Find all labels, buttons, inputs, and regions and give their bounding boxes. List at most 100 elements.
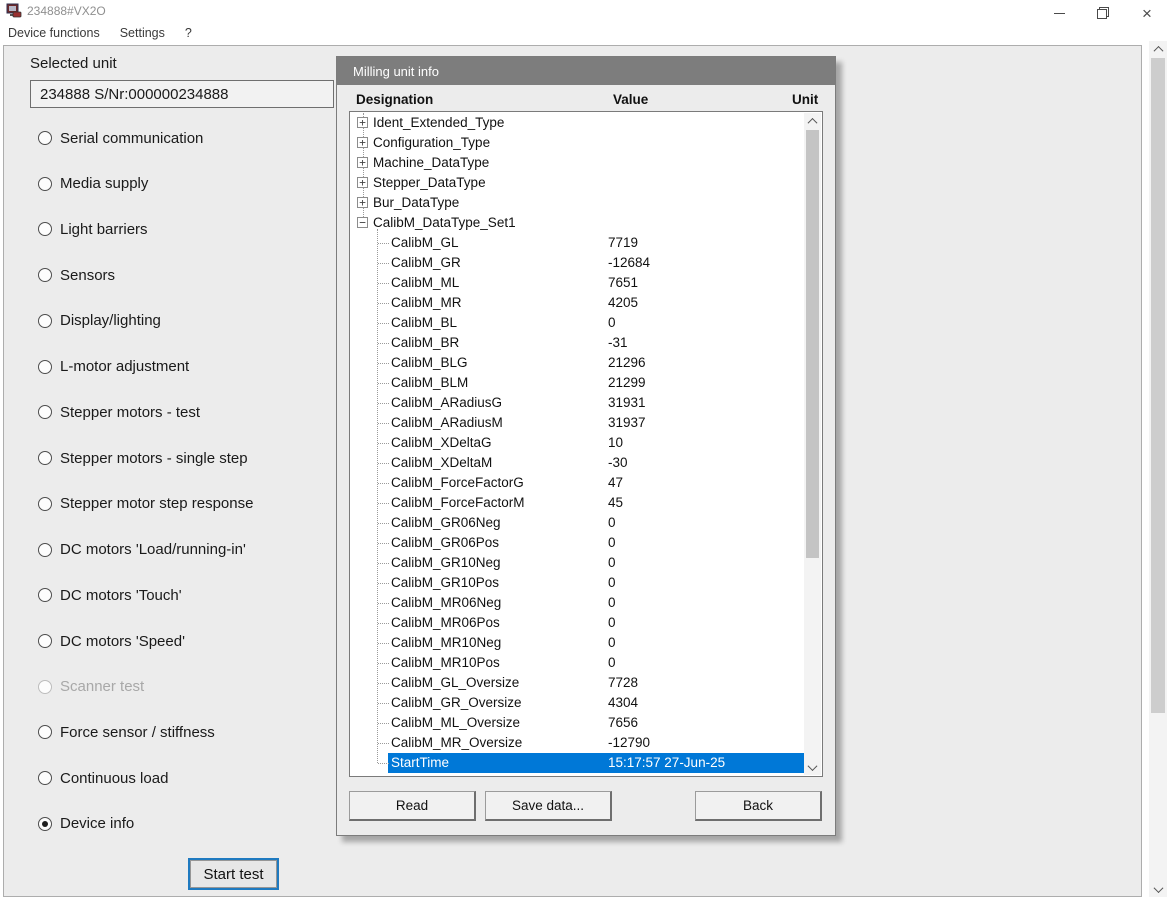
radio-force-sensor-stiffness[interactable]: Force sensor / stiffness (38, 723, 215, 741)
tree-row-label: CalibM_BR (391, 335, 459, 350)
tree-branch-line (378, 423, 389, 424)
radio-l-motor-adjustment[interactable]: L-motor adjustment (38, 358, 189, 376)
tree-row-calibm-mr06pos[interactable]: CalibM_MR06Pos0 (350, 613, 805, 633)
window-title: 234888#VX2O (27, 4, 106, 18)
tree-row-label: CalibM_MR_Oversize (391, 735, 522, 750)
radio-sensors[interactable]: Sensors (38, 266, 115, 284)
tree-row-calibm-aradiusm[interactable]: CalibM_ARadiusM31937 (350, 413, 805, 433)
back-button[interactable]: Back (695, 791, 822, 821)
tree-row-configuration-type[interactable]: +Configuration_Type (350, 133, 805, 153)
tree-branch-line (378, 483, 389, 484)
tree-row-label: CalibM_BL (391, 315, 457, 330)
tree-scroll-up-button[interactable] (804, 113, 821, 129)
tree-row-calibm-gr06pos[interactable]: CalibM_GR06Pos0 (350, 533, 805, 553)
radio-serial-communication[interactable]: Serial communication (38, 129, 203, 147)
tree-row-stepper-datatype[interactable]: +Stepper_DataType (350, 173, 805, 193)
main-vertical-scrollbar[interactable] (1149, 41, 1167, 897)
radio-scanner-test: Scanner test (38, 678, 144, 696)
tree-row-machine-datatype[interactable]: +Machine_DataType (350, 153, 805, 173)
tree-row-value: 7728 (608, 675, 638, 690)
tree-row-ident-extended-type[interactable]: +Ident_Extended_Type (350, 113, 805, 133)
tree-row-calibm-gl-oversize[interactable]: CalibM_GL_Oversize7728 (350, 673, 805, 693)
dialog-body: Designation Value Unit +Ident_Extended_T… (337, 85, 835, 835)
tree-row-calibm-xdeltag[interactable]: CalibM_XDeltaG10 (350, 433, 805, 453)
tree-branch-line (378, 723, 389, 724)
window-titlebar: 234888#VX2O × (0, 0, 1171, 22)
expand-icon[interactable]: + (357, 197, 368, 208)
dialog-titlebar[interactable]: Milling unit info (337, 57, 835, 85)
chevron-down-icon (1153, 883, 1163, 893)
radio-dc-motors-speed[interactable]: DC motors 'Speed' (38, 632, 185, 650)
save-data-button[interactable]: Save data... (485, 791, 612, 821)
radio-display-lighting[interactable]: Display/lighting (38, 312, 161, 330)
radio-continuous-load[interactable]: Continuous load (38, 769, 168, 787)
tree-row-calibm-mr06neg[interactable]: CalibM_MR06Neg0 (350, 593, 805, 613)
tree-row-calibm-mr-oversize[interactable]: CalibM_MR_Oversize-12790 (350, 733, 805, 753)
tree-row-calibm-bl[interactable]: CalibM_BL0 (350, 313, 805, 333)
tree-row-calibm-br[interactable]: CalibM_BR-31 (350, 333, 805, 353)
read-button[interactable]: Read (349, 791, 476, 821)
tree-row-calibm-blg[interactable]: CalibM_BLG21296 (350, 353, 805, 373)
tree-branch-line (378, 663, 389, 664)
dialog-title: Milling unit info (337, 64, 439, 79)
tree-row-starttime[interactable]: StartTime15:17:57 27-Jun-25 (350, 753, 805, 773)
radio-light-barriers[interactable]: Light barriers (38, 220, 148, 238)
tree-row-calibm-gr10pos[interactable]: CalibM_GR10Pos0 (350, 573, 805, 593)
main-scrollbar-thumb[interactable] (1151, 58, 1165, 713)
tree-row-value: 7656 (608, 715, 638, 730)
radio-media-supply[interactable]: Media supply (38, 175, 148, 193)
tree-row-bur-datatype[interactable]: +Bur_DataType (350, 193, 805, 213)
tree-row-calibm-forcefactorm[interactable]: CalibM_ForceFactorM45 (350, 493, 805, 513)
tree-row-calibm-gr-oversize[interactable]: CalibM_GR_Oversize4304 (350, 693, 805, 713)
tree-row-value: 0 (608, 515, 616, 530)
tree-row-calibm-ml-oversize[interactable]: CalibM_ML_Oversize7656 (350, 713, 805, 733)
tree-row-calibm-gr[interactable]: CalibM_GR-12684 (350, 253, 805, 273)
tree-branch-line (378, 563, 389, 564)
menu-item-device-functions[interactable]: Device functions (0, 24, 110, 42)
tree-row-calibm-mr[interactable]: CalibM_MR4205 (350, 293, 805, 313)
tree-row-calibm-gr10neg[interactable]: CalibM_GR10Neg0 (350, 553, 805, 573)
menu-item-[interactable]: ? (175, 24, 202, 42)
tree-row-value: 47 (608, 475, 623, 490)
tree-row-calibm-ml[interactable]: CalibM_ML7651 (350, 273, 805, 293)
selected-unit-field[interactable] (30, 80, 334, 108)
collapse-icon[interactable]: − (357, 217, 368, 228)
tree-vertical-scrollbar[interactable] (804, 113, 821, 775)
tree-row-calibm-gl[interactable]: CalibM_GL7719 (350, 233, 805, 253)
expand-icon[interactable]: + (357, 117, 368, 128)
tree-row-calibm-gr06neg[interactable]: CalibM_GR06Neg0 (350, 513, 805, 533)
radio-circle-icon (38, 314, 52, 328)
column-header-value: Value (613, 92, 648, 107)
expand-icon[interactable]: + (357, 177, 368, 188)
tree-row-calibm-mr10neg[interactable]: CalibM_MR10Neg0 (350, 633, 805, 653)
tree-branch-line (378, 283, 389, 284)
tree-scrollbar-thumb[interactable] (806, 130, 819, 558)
scroll-down-button[interactable] (1149, 881, 1167, 897)
radio-stepper-motors-single-step[interactable]: Stepper motors - single step (38, 449, 248, 467)
tree-row-calibm-aradiusg[interactable]: CalibM_ARadiusG31931 (350, 393, 805, 413)
radio-device-info[interactable]: Device info (38, 815, 134, 833)
radio-label: Scanner test (60, 678, 144, 695)
radio-label: DC motors 'Touch' (60, 587, 182, 604)
tree-row-calibm-forcefactorg[interactable]: CalibM_ForceFactorG47 (350, 473, 805, 493)
scroll-up-button[interactable] (1149, 41, 1167, 57)
tree-row-calibm-blm[interactable]: CalibM_BLM21299 (350, 373, 805, 393)
radio-circle-icon (38, 634, 52, 648)
menu-item-settings[interactable]: Settings (110, 24, 175, 42)
expand-icon[interactable]: + (357, 157, 368, 168)
start-test-button[interactable]: Start test (188, 858, 279, 890)
tree-row-calibm-xdeltam[interactable]: CalibM_XDeltaM-30 (350, 453, 805, 473)
radio-dc-motors-load-running-in[interactable]: DC motors 'Load/running-in' (38, 541, 246, 559)
selection-highlight (388, 753, 805, 773)
tree-row-value: 0 (608, 635, 616, 650)
tree-row-label: CalibM_XDeltaG (391, 435, 492, 450)
start-test-label: Start test (203, 866, 263, 883)
tree-row-label: CalibM_BLG (391, 355, 468, 370)
radio-dc-motors-touch[interactable]: DC motors 'Touch' (38, 586, 182, 604)
tree-row-calibm-datatype-set1[interactable]: −CalibM_DataType_Set1 (350, 213, 805, 233)
radio-stepper-motors-test[interactable]: Stepper motors - test (38, 403, 200, 421)
radio-stepper-motor-step-response[interactable]: Stepper motor step response (38, 495, 253, 513)
expand-icon[interactable]: + (357, 137, 368, 148)
tree-row-calibm-mr10pos[interactable]: CalibM_MR10Pos0 (350, 653, 805, 673)
tree-scroll-down-button[interactable] (804, 759, 821, 775)
